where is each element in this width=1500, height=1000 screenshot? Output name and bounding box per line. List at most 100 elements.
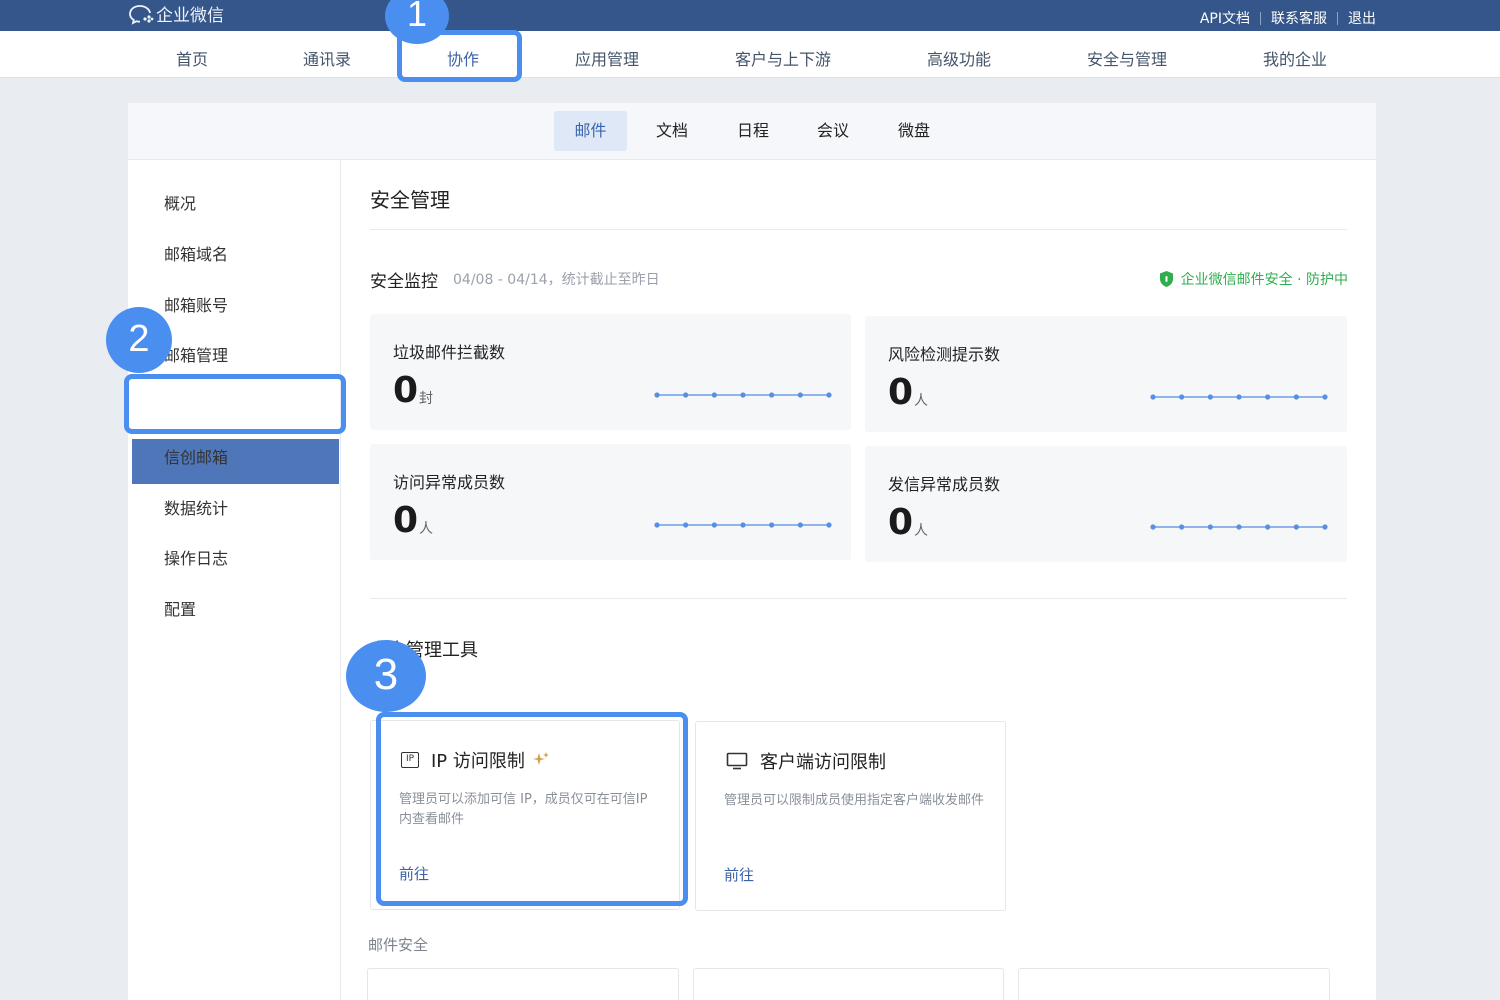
step-badge-3: 3 [346, 640, 426, 712]
sub-tabs: 邮件 文档 日程 会议 微盘 [128, 103, 1376, 160]
mail-security-card[interactable] [1018, 968, 1330, 1000]
sparkline-point [1236, 394, 1242, 400]
stat-unit: 人 [914, 393, 928, 409]
tab-meeting[interactable]: 会议 [803, 111, 863, 151]
sparkline [1150, 524, 1328, 530]
sidebar: 概况 邮箱域名 邮箱账号 邮箱管理 安全管理 信创邮箱 数据统计 操作日志 配置 [128, 160, 341, 1000]
protection-status-text: 企业微信邮件安全 · 防护中 [1180, 272, 1348, 288]
page-title: 安全管理 [370, 188, 450, 212]
mail-security-section-label: 邮件安全 [368, 936, 429, 954]
sparkline-point [1179, 394, 1185, 400]
sparkline [1150, 394, 1328, 400]
divider [370, 229, 1347, 230]
logout-link[interactable]: 退出 [1348, 8, 1376, 28]
tab-calendar[interactable]: 日程 [723, 111, 783, 151]
stat-title: 发信异常成员数 [888, 475, 1001, 494]
sparkline-point [654, 522, 660, 528]
wecom-logo[interactable]: 企业微信 [128, 1, 224, 26]
sparkline-point [1322, 394, 1328, 400]
stat-abnormal-sending[interactable]: 发信异常成员数 0 人 [865, 446, 1347, 562]
stat-value: 0 [393, 370, 419, 411]
sparkline-point [826, 392, 832, 398]
logo-text: 企业微信 [156, 6, 224, 26]
sparkline-point [711, 522, 717, 528]
sparkline-point [1322, 524, 1328, 530]
stat-value: 0 [393, 500, 419, 541]
sidebar-item-xinchuang[interactable]: 信创邮箱 [164, 444, 228, 468]
stat-unit: 人 [914, 523, 928, 539]
shield-icon [1159, 271, 1173, 287]
highlight-box-sidebar [124, 374, 346, 434]
api-docs-link[interactable]: API文档 [1200, 8, 1250, 28]
mail-security-card[interactable] [367, 968, 679, 1000]
tool-title: 客户端访问限制 [760, 752, 886, 773]
sparkline-point [1236, 524, 1242, 530]
stat-value: 0 [888, 372, 914, 413]
sparkline-point [1265, 394, 1271, 400]
stat-title: 垃圾邮件拦截数 [393, 343, 506, 362]
divider [1337, 11, 1338, 25]
nav-advanced[interactable]: 高级功能 [927, 46, 991, 70]
sidebar-item-mailbox-management[interactable]: 邮箱管理 [164, 342, 228, 366]
nav-my-enterprise[interactable]: 我的企业 [1263, 46, 1327, 70]
sparkline-point [683, 392, 689, 398]
sparkline [654, 522, 832, 528]
stat-risk-alerts[interactable]: 风险检测提示数 0 人 [865, 316, 1347, 432]
client-access-restriction-card[interactable]: 客户端访问限制 管理员可以限制成员使用指定客户端收发邮件 前往 [695, 721, 1006, 911]
tab-drive[interactable]: 微盘 [884, 111, 944, 151]
stat-value: 0 [888, 502, 914, 543]
sparkline-point [769, 522, 775, 528]
sparkline-point [1293, 524, 1299, 530]
sidebar-item-settings[interactable]: 配置 [164, 596, 196, 620]
sparkline-point [1207, 524, 1213, 530]
main-panel: 邮件 文档 日程 会议 微盘 概况 邮箱域名 邮箱账号 邮箱管理 安全管理 信创… [128, 103, 1376, 1000]
contact-support-link[interactable]: 联系客服 [1271, 8, 1327, 28]
go-link[interactable]: 前往 [724, 864, 754, 885]
top-links: API文档 联系客服 退出 [1200, 8, 1376, 28]
monitor-range: 04/08 - 04/14，统计截止至昨日 [453, 272, 660, 288]
sparkline-point [1179, 524, 1185, 530]
main-nav: 首页 通讯录 协作 应用管理 客户与上下游 高级功能 安全与管理 我的企业 [0, 31, 1500, 78]
nav-app-management[interactable]: 应用管理 [575, 46, 639, 70]
sparkline [654, 392, 832, 398]
sparkline-point [826, 522, 832, 528]
sidebar-item-statistics[interactable]: 数据统计 [164, 495, 228, 519]
nav-customers[interactable]: 客户与上下游 [735, 46, 831, 70]
stat-title: 访问异常成员数 [393, 473, 506, 492]
stat-abnormal-access[interactable]: 访问异常成员数 0 人 [370, 444, 851, 560]
sparkline-point [683, 522, 689, 528]
stat-spam-blocked[interactable]: 垃圾邮件拦截数 0 封 [370, 314, 851, 430]
stat-unit: 人 [419, 521, 433, 537]
sparkline-point [797, 522, 803, 528]
sidebar-item-accounts[interactable]: 邮箱账号 [164, 292, 228, 316]
stat-title: 风险检测提示数 [888, 345, 1001, 364]
sparkline-point [711, 392, 717, 398]
step-badge-2: 2 [106, 307, 172, 373]
protection-status[interactable]: 企业微信邮件安全 · 防护中 [1158, 269, 1348, 289]
tab-mail[interactable]: 邮件 [554, 111, 627, 151]
sidebar-item-overview[interactable]: 概况 [164, 190, 196, 214]
nav-home[interactable]: 首页 [176, 46, 208, 70]
nav-security[interactable]: 安全与管理 [1087, 46, 1167, 70]
monitor-label: 安全监控 [370, 272, 438, 292]
sidebar-item-logs[interactable]: 操作日志 [164, 545, 228, 569]
monitor-icon [726, 752, 748, 770]
sparkline-point [1150, 394, 1156, 400]
tool-header: 客户端访问限制 [726, 748, 886, 774]
sparkline-point [1265, 524, 1271, 530]
mail-security-card[interactable] [693, 968, 1004, 1000]
nav-contacts[interactable]: 通讯录 [303, 46, 351, 70]
sparkline-point [797, 392, 803, 398]
sparkline-point [1150, 524, 1156, 530]
sidebar-item-domain[interactable]: 邮箱域名 [164, 241, 228, 265]
sparkline-point [769, 392, 775, 398]
divider [370, 598, 1347, 599]
sparkline-point [654, 392, 660, 398]
divider [1260, 11, 1261, 25]
wecom-logo-icon [129, 4, 154, 25]
tool-description: 管理员可以限制成员使用指定客户端收发邮件 [724, 793, 985, 808]
tab-docs[interactable]: 文档 [642, 111, 702, 151]
stat-unit: 封 [419, 391, 433, 407]
sparkline-point [1207, 394, 1213, 400]
highlight-box-tool [376, 712, 688, 906]
